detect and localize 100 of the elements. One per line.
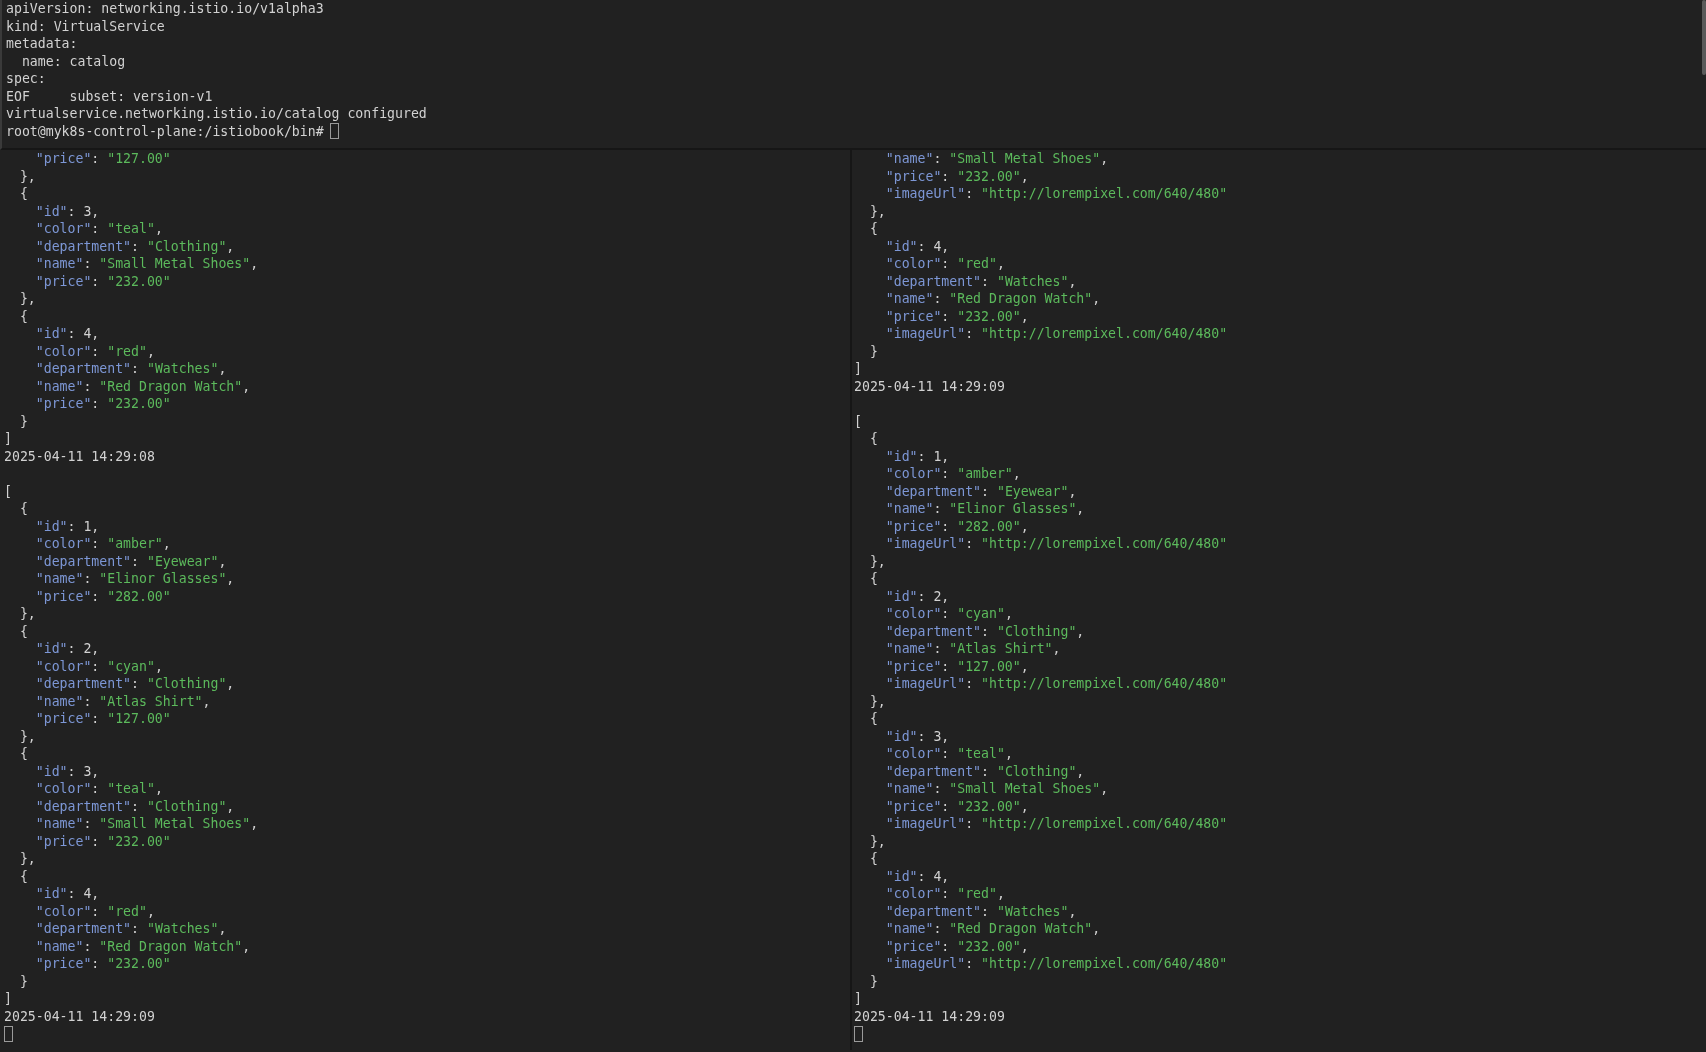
timestamp: 2025-04-11 14:29:08 (4, 447, 155, 465)
json-line: "imageUrl": "http://lorempixel.com/640/480" (884, 955, 1228, 973)
json-line: "price": "282.00", (884, 517, 1029, 535)
json-line: "department": "Watches", (34, 360, 227, 378)
shell-prompt: root@myk8s-control-plane:/istiobook/bin# (6, 122, 324, 140)
json-line: "imageUrl": "http://lorempixel.com/640/480" (884, 675, 1228, 693)
json-line: "id": 4, (34, 885, 100, 903)
json-line: ] (4, 430, 12, 448)
json-line: "name": "Atlas Shirt", (884, 640, 1061, 658)
json-line: "id": 4, (884, 867, 950, 885)
json-line: { (18, 500, 28, 518)
json-line: "name": "Atlas Shirt", (34, 692, 211, 710)
json-line: } (18, 412, 28, 430)
json-line: }, (18, 727, 36, 745)
json-line: }, (868, 202, 886, 220)
json-line: "color": "red", (34, 902, 155, 920)
json-line: "price": "232.00" (34, 955, 171, 973)
json-line: "imageUrl": "http://lorempixel.com/640/480" (884, 535, 1228, 553)
json-line: } (868, 972, 878, 990)
json-line: "id": 1, (34, 517, 100, 535)
json-line: "color": "teal", (34, 780, 163, 798)
json-line: "price": "127.00", (884, 657, 1029, 675)
json-line: "color": "red", (884, 255, 1005, 273)
json-line: }, (18, 605, 36, 623)
json-line: { (868, 710, 878, 728)
json-line: } (868, 342, 878, 360)
json-line: "price": "127.00" (34, 710, 171, 728)
json-line: "id": 3, (884, 727, 950, 745)
json-line: "price": "232.00", (884, 167, 1029, 185)
json-line: "color": "amber", (884, 465, 1021, 483)
json-line: } (18, 972, 28, 990)
json-line: "color": "red", (884, 885, 1005, 903)
json-line: "color": "cyan", (884, 605, 1013, 623)
json-line: "id": 3, (34, 202, 100, 220)
json-line: "name": "Red Dragon Watch", (884, 920, 1101, 938)
json-line: "color": "teal", (34, 220, 163, 238)
json-line: }, (868, 832, 886, 850)
json-line: "price": "232.00" (34, 395, 171, 413)
json-line: ] (854, 360, 862, 378)
scrollbar[interactable] (1702, 0, 1706, 75)
json-line: "price": "232.00" (34, 832, 171, 850)
terminal-line: spec: (6, 70, 46, 88)
json-line: }, (868, 552, 886, 570)
json-line: }, (18, 167, 36, 185)
json-line: "id": 2, (884, 587, 950, 605)
timestamp: 2025-04-11 14:29:09 (854, 377, 1005, 395)
json-line: "name": "Small Metal Shoes", (884, 780, 1109, 798)
json-line: "name": "Red Dragon Watch", (884, 290, 1101, 308)
json-line: "department": "Clothing", (884, 762, 1085, 780)
json-line: "name": "Elinor Glasses", (34, 570, 235, 588)
json-line: "price": "232.00", (884, 797, 1029, 815)
json-line: "department": "Watches", (34, 920, 227, 938)
json-line: "id": 2, (34, 640, 100, 658)
json-line: { (18, 307, 28, 325)
json-line: "imageUrl": "http://lorempixel.com/640/480" (884, 815, 1228, 833)
json-line: "department": "Clothing", (34, 237, 235, 255)
json-line: "color": "red", (34, 342, 155, 360)
json-line: "color": "cyan", (34, 657, 163, 675)
terminal-line: metadata: (6, 35, 78, 53)
json-line: "color": "amber", (34, 535, 171, 553)
json-line: "name": "Red Dragon Watch", (34, 377, 251, 395)
json-line: "department": "Watches", (884, 272, 1077, 290)
timestamp: 2025-04-11 14:29:09 (854, 1007, 1005, 1025)
json-line: "imageUrl": "http://lorempixel.com/640/480" (884, 325, 1228, 343)
json-line: "name": "Red Dragon Watch", (34, 937, 251, 955)
json-line: "name": "Small Metal Shoes", (34, 255, 259, 273)
json-line: "department": "Eyewear", (884, 482, 1077, 500)
json-line: ] (4, 990, 12, 1008)
terminal-line: name: catalog (20, 52, 126, 70)
json-line: "price": "232.00", (884, 937, 1029, 955)
json-line: "id": 4, (884, 237, 950, 255)
json-line: "id": 4, (34, 325, 100, 343)
json-line: "department": "Clothing", (884, 622, 1085, 640)
json-line: "department": "Clothing", (34, 797, 235, 815)
json-line: "price": "232.00", (884, 307, 1029, 325)
json-line: "name": "Elinor Glasses", (884, 500, 1085, 518)
json-line: "department": "Watches", (884, 902, 1077, 920)
json-line: [ (854, 412, 862, 430)
json-line: "name": "Small Metal Shoes", (884, 150, 1109, 168)
json-line: "id": 1, (884, 447, 950, 465)
json-line: "price": "232.00" (34, 272, 171, 290)
json-line: { (868, 430, 878, 448)
terminal-line: apiVersion: networking.istio.io/v1alpha3 (6, 0, 324, 18)
json-line: "color": "teal", (884, 745, 1013, 763)
json-line: { (18, 745, 28, 763)
json-line: "imageUrl": "http://lorempixel.com/640/480" (884, 185, 1228, 203)
json-line: { (868, 220, 878, 238)
json-line: }, (18, 290, 36, 308)
json-line: { (18, 867, 28, 885)
json-line: [ (4, 482, 12, 500)
json-line: }, (18, 850, 36, 868)
json-line: }, (868, 692, 886, 710)
json-line: "name": "Small Metal Shoes", (34, 815, 259, 833)
json-line: { (18, 185, 28, 203)
terminal-line: EOF subset: version-v1 (6, 87, 213, 105)
json-line: "id": 3, (34, 762, 100, 780)
json-line: { (18, 622, 28, 640)
timestamp: 2025-04-11 14:29:09 (4, 1007, 155, 1025)
json-line: "department": "Clothing", (34, 675, 235, 693)
terminal-line: virtualservice.networking.istio.io/catalog configured (6, 105, 427, 123)
